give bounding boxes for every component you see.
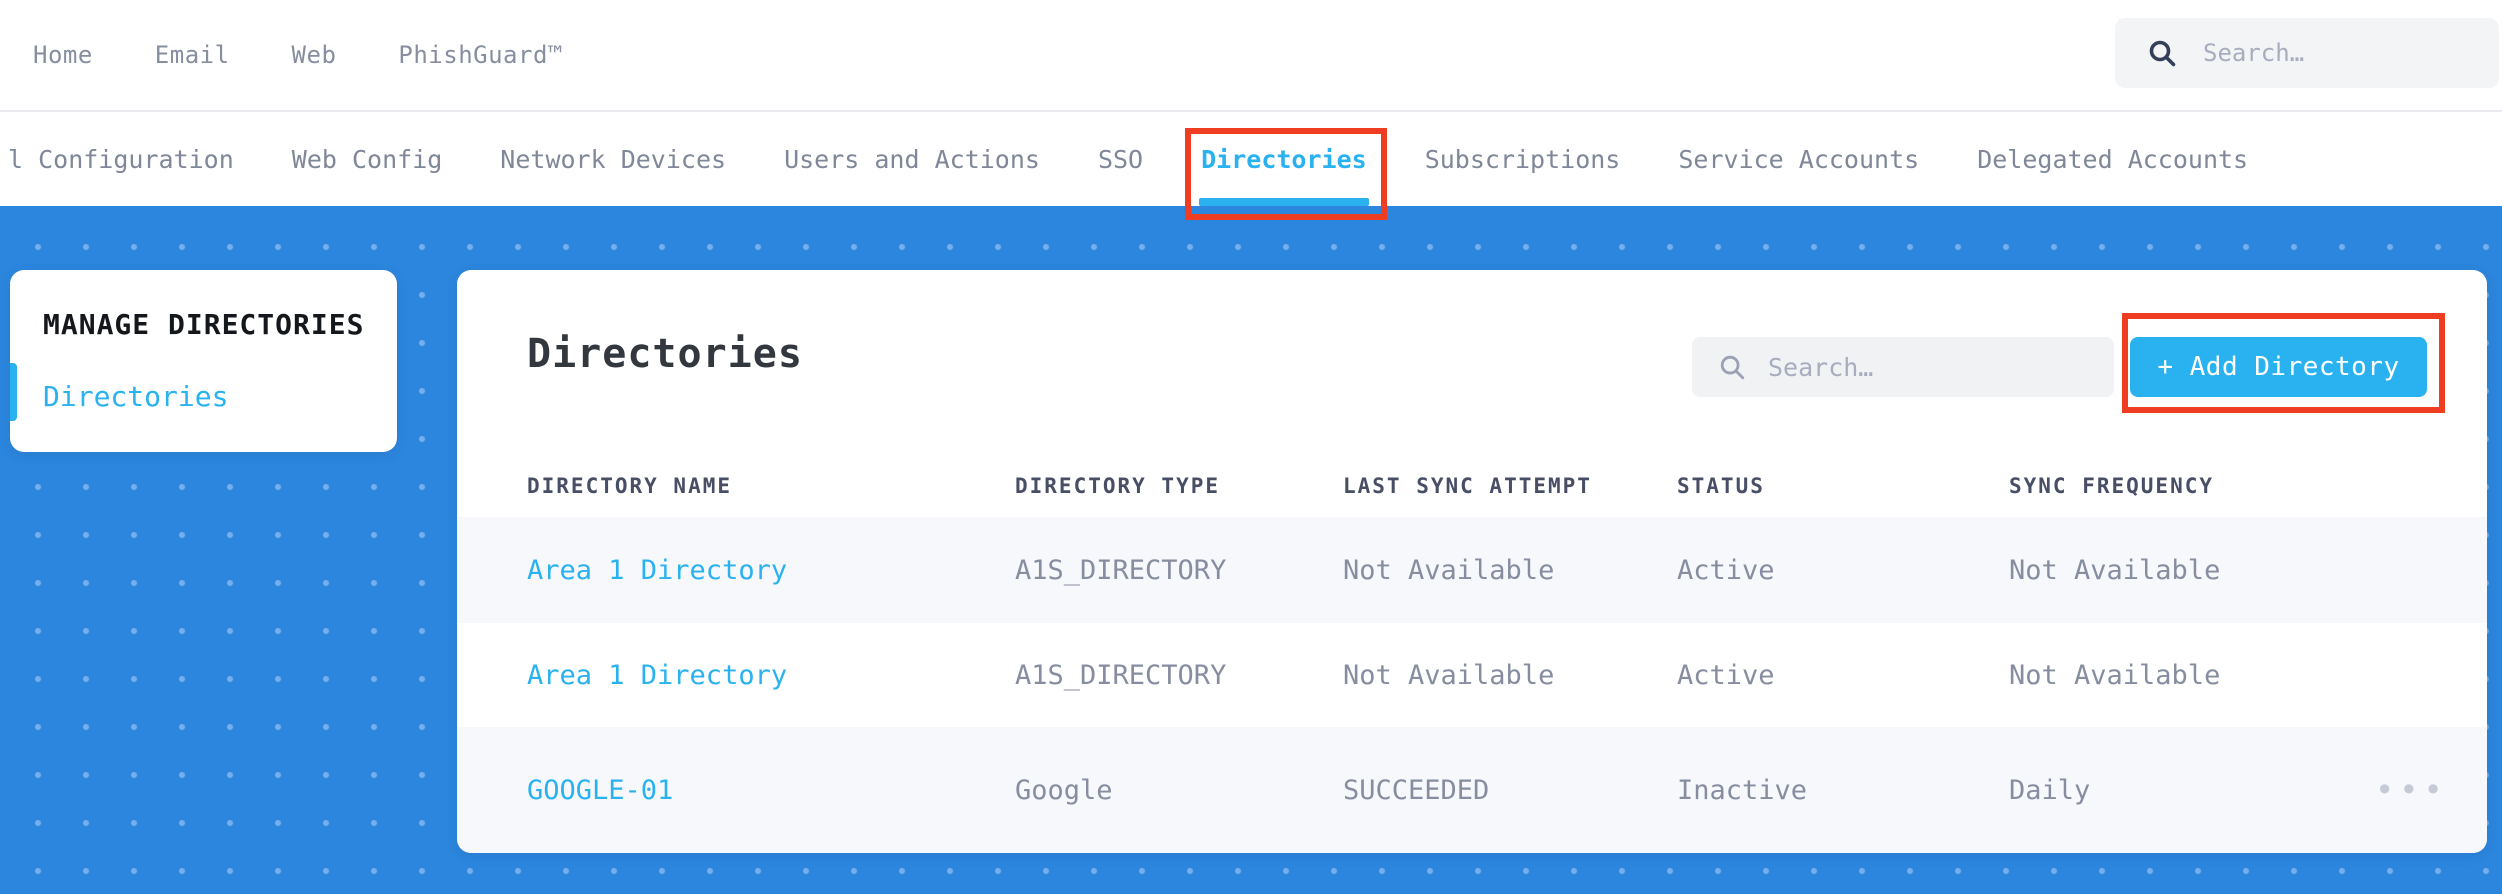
tab-service-accounts[interactable]: Service Accounts [1678, 112, 1919, 206]
nav-item-phishguard[interactable]: PhishGuard™ [398, 41, 562, 69]
directory-type-cell: Google [1015, 774, 1113, 806]
table-header-row: DIRECTORY NAME DIRECTORY TYPE LAST SYNC … [457, 455, 2487, 517]
phishguard-admin-page: Home Email Web PhishGuard™ l Configurati… [0, 0, 2502, 894]
last-sync-cell: Not Available [1343, 554, 1555, 586]
nav-item-web[interactable]: Web [292, 41, 337, 69]
column-header-last-sync-attempt: LAST SYNC ATTEMPT [1343, 474, 1592, 498]
tab-email-configuration[interactable]: l Configuration [8, 112, 234, 206]
directory-name-link[interactable]: GOOGLE-01 [527, 775, 1015, 806]
global-search-box[interactable] [2115, 18, 2499, 88]
nav-item-home[interactable]: Home [33, 41, 93, 69]
active-tab-underline [1199, 198, 1369, 206]
table-toolbar: + Add Directory [1692, 313, 2445, 413]
add-directory-button-wrap: + Add Directory [2122, 313, 2445, 413]
column-header-directory-type: DIRECTORY TYPE [1015, 474, 1221, 498]
column-header-sync-frequency: SYNC FREQUENCY [2009, 474, 2215, 498]
top-bar: Home Email Web PhishGuard™ [0, 0, 2502, 112]
tab-directories-label: Directories [1201, 144, 1367, 174]
manage-directories-card: MANAGE DIRECTORIES Directories [10, 270, 397, 452]
status-cell: Inactive [1677, 774, 1808, 806]
column-header-status: STATUS [1677, 474, 1765, 498]
tab-sso[interactable]: SSO [1098, 112, 1143, 206]
tab-directories[interactable]: Directories [1185, 112, 1387, 220]
add-directory-button[interactable]: + Add Directory [2130, 337, 2427, 397]
table-row[interactable]: Area 1 Directory A1S_DIRECTORY Not Avail… [457, 623, 2487, 727]
tab-web-config[interactable]: Web Config [292, 112, 443, 206]
page-title: Directories [527, 331, 803, 377]
directories-panel: Directories + Add Directory DIRECTORY NA… [457, 270, 2487, 853]
directories-search-box[interactable] [1692, 337, 2114, 397]
sync-frequency-cell: Daily [2009, 774, 2091, 806]
last-sync-cell: Not Available [1343, 659, 1555, 691]
global-search-input[interactable] [2201, 38, 2485, 68]
directory-type-cell: A1S_DIRECTORY [1015, 554, 1227, 586]
sidebar-active-indicator [10, 363, 17, 421]
row-actions-menu-icon[interactable]: ••• [2369, 774, 2487, 806]
column-header-directory-name: DIRECTORY NAME [527, 474, 733, 498]
directory-name-link[interactable]: Area 1 Directory [527, 555, 1015, 586]
sync-frequency-cell: Not Available [2009, 659, 2221, 691]
tab-users-and-actions[interactable]: Users and Actions [784, 112, 1040, 206]
directory-name-link[interactable]: Area 1 Directory [527, 660, 1015, 691]
secondary-nav: l Configuration Web Config Network Devic… [0, 112, 2502, 220]
table-row[interactable]: GOOGLE-01 Google SUCCEEDED Inactive Dail… [457, 727, 2487, 853]
tab-delegated-accounts[interactable]: Delegated Accounts [1977, 112, 2248, 206]
directories-search-input[interactable] [1766, 351, 2100, 383]
nav-item-email[interactable]: Email [155, 41, 230, 69]
primary-nav: Home Email Web PhishGuard™ [0, 41, 563, 69]
sidebar-card-title: MANAGE DIRECTORIES [43, 308, 365, 341]
last-sync-cell: SUCCEEDED [1343, 774, 1490, 806]
table-row[interactable]: Area 1 Directory A1S_DIRECTORY Not Avail… [457, 517, 2487, 623]
sidebar-item-directories[interactable]: Directories [43, 380, 228, 413]
search-icon [1718, 353, 1746, 381]
tab-subscriptions[interactable]: Subscriptions [1425, 112, 1621, 206]
status-cell: Active [1677, 554, 1775, 586]
search-icon [2147, 38, 2177, 68]
sync-frequency-cell: Not Available [2009, 554, 2221, 586]
directory-type-cell: A1S_DIRECTORY [1015, 659, 1227, 691]
table-body: Area 1 Directory A1S_DIRECTORY Not Avail… [457, 517, 2487, 853]
tab-network-devices[interactable]: Network Devices [500, 112, 726, 206]
status-cell: Active [1677, 659, 1775, 691]
